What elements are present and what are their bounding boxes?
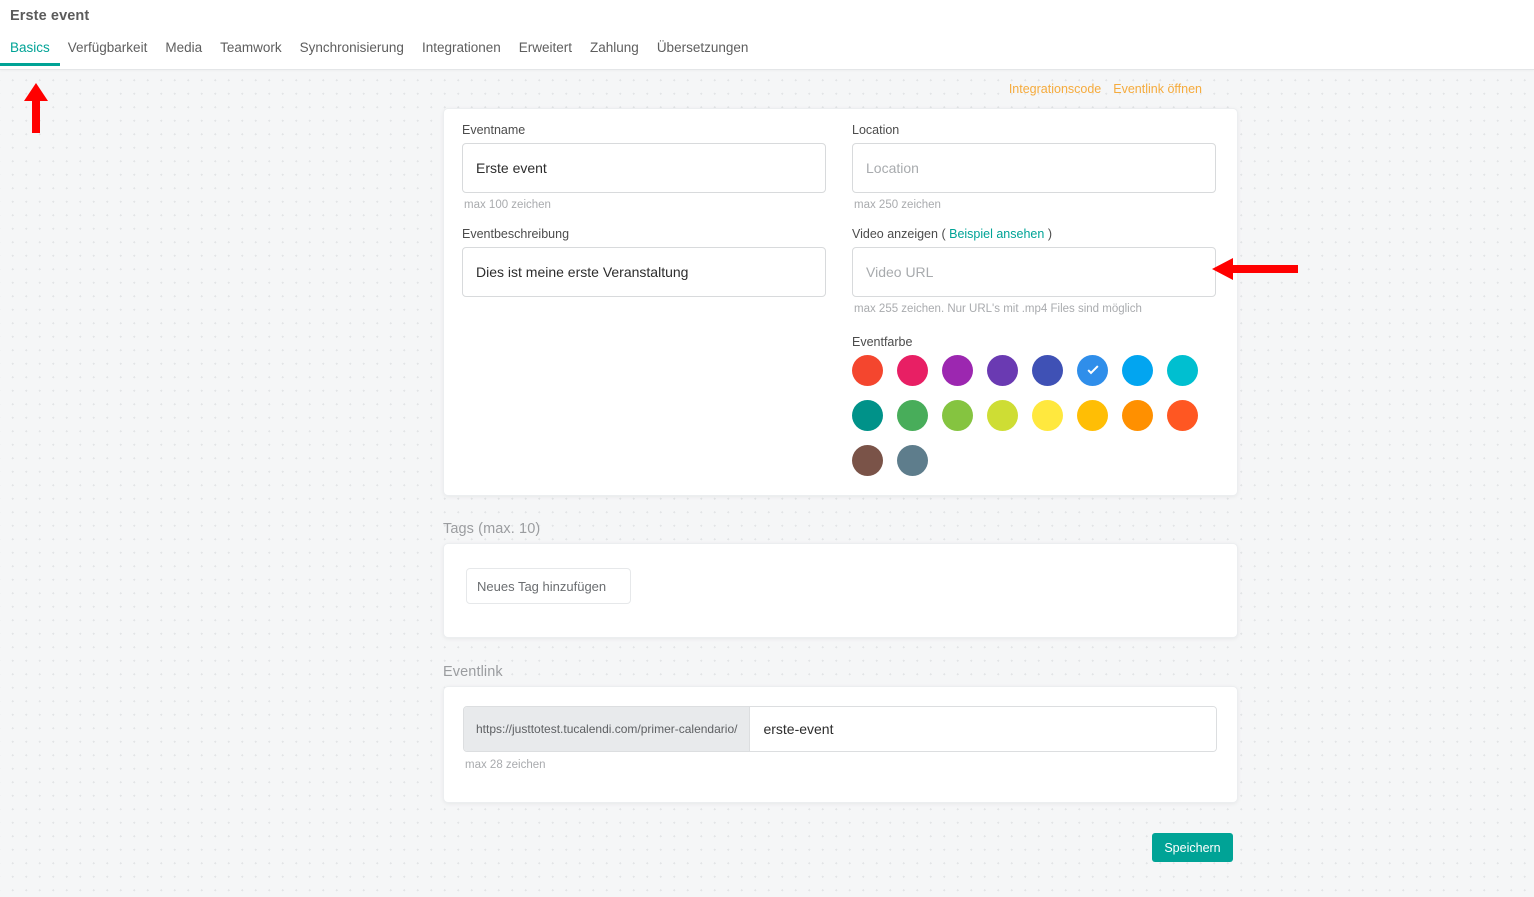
video-paren-close: ) xyxy=(1047,227,1052,241)
eventfarbe-swatch-grid xyxy=(852,355,1216,490)
annotation-arrow-up-icon xyxy=(24,83,48,133)
tab-bar: Basics Verfügbarkeit Media Teamwork Sync… xyxy=(0,36,766,70)
color-swatch-15[interactable] xyxy=(1167,400,1198,431)
video-label: Video anzeigen ( Beispiel ansehen ) xyxy=(852,227,1216,241)
tab-synchronisierung[interactable]: Synchronisierung xyxy=(300,36,404,66)
app-header: Erste event Basics Verfügbarkeit Media T… xyxy=(0,0,1534,70)
location-label: Location xyxy=(852,123,900,137)
color-swatch-0[interactable] xyxy=(852,355,883,386)
eventfarbe-label: Eventfarbe xyxy=(852,335,913,349)
check-icon xyxy=(1086,364,1099,374)
color-swatch-7[interactable] xyxy=(1167,355,1198,386)
color-swatch-8[interactable] xyxy=(852,400,883,431)
basics-left-column: Eventname max 100 zeichen Eventbeschreib… xyxy=(462,123,826,297)
tab-basics[interactable]: Basics xyxy=(0,36,60,66)
open-eventlink-link[interactable]: Eventlink öffnen xyxy=(1113,82,1202,96)
color-swatch-13[interactable] xyxy=(1077,400,1108,431)
video-url-input[interactable] xyxy=(852,247,1216,297)
video-paren-open: ( xyxy=(941,227,946,241)
eventbeschreibung-input[interactable] xyxy=(462,247,826,297)
tab-teamwork[interactable]: Teamwork xyxy=(220,36,282,66)
tab-integrationen[interactable]: Integrationen xyxy=(422,36,501,66)
color-swatch-12[interactable] xyxy=(1032,400,1063,431)
color-swatch-5[interactable] xyxy=(1077,355,1108,386)
eventname-hint: max 100 zeichen xyxy=(464,199,551,211)
color-swatch-4[interactable] xyxy=(1032,355,1063,386)
tab-media[interactable]: Media xyxy=(165,36,202,66)
tab-erweitert[interactable]: Erweitert xyxy=(519,36,572,66)
location-hint: max 250 zeichen xyxy=(854,199,941,211)
eventlink-card: https://justtotest.tucalendi.com/primer-… xyxy=(443,686,1238,803)
eventname-input[interactable] xyxy=(462,143,826,193)
video-label-text: Video anzeigen xyxy=(852,227,938,241)
color-swatch-10[interactable] xyxy=(942,400,973,431)
tab-uebersetzungen[interactable]: Übersetzungen xyxy=(657,36,749,66)
color-swatch-16[interactable] xyxy=(852,445,883,476)
eventlink-heading: Eventlink xyxy=(443,664,503,680)
basics-right-column: Location max 250 zeichen Video anzeigen … xyxy=(852,123,1216,490)
eventlink-url-prefix: https://justtotest.tucalendi.com/primer-… xyxy=(464,707,751,751)
new-tag-input[interactable] xyxy=(466,568,631,604)
basics-card: Eventname max 100 zeichen Eventbeschreib… xyxy=(443,108,1238,496)
eventbeschreibung-label: Eventbeschreibung xyxy=(462,227,570,241)
color-swatch-2[interactable] xyxy=(942,355,973,386)
color-swatch-14[interactable] xyxy=(1122,400,1153,431)
color-swatch-1[interactable] xyxy=(897,355,928,386)
top-links: Integrationscode Eventlink öffnen xyxy=(1009,82,1202,96)
integration-code-link[interactable]: Integrationscode xyxy=(1009,82,1101,96)
eventlink-hint: max 28 zeichen xyxy=(465,759,546,771)
eventlink-input-group: https://justtotest.tucalendi.com/primer-… xyxy=(463,706,1217,752)
page-title: Erste event xyxy=(10,8,90,24)
tags-card xyxy=(443,543,1238,638)
eventlink-slug-input[interactable] xyxy=(750,707,1216,751)
location-input[interactable] xyxy=(852,143,1216,193)
color-swatch-17[interactable] xyxy=(897,445,928,476)
video-example-link[interactable]: Beispiel ansehen xyxy=(949,227,1044,241)
color-swatch-9[interactable] xyxy=(897,400,928,431)
color-swatch-6[interactable] xyxy=(1122,355,1153,386)
tags-heading: Tags (max. 10) xyxy=(443,521,541,537)
video-hint: max 255 zeichen. Nur URL's mit .mp4 File… xyxy=(854,303,1142,315)
eventname-label: Eventname xyxy=(462,123,526,137)
color-swatch-11[interactable] xyxy=(987,400,1018,431)
tab-verfuegbarkeit[interactable]: Verfügbarkeit xyxy=(68,36,148,66)
tab-zahlung[interactable]: Zahlung xyxy=(590,36,639,66)
color-swatch-3[interactable] xyxy=(987,355,1018,386)
save-button[interactable]: Speichern xyxy=(1152,833,1233,862)
